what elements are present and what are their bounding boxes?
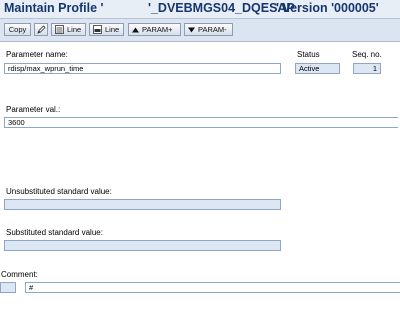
status-label: Status — [297, 50, 320, 59]
title-bar: Maintain Profile ' '_DVEBMGS04_DQESAP ' … — [0, 0, 400, 19]
unsubstituted-value-field — [4, 199, 281, 210]
delete-line-button[interactable]: Line — [89, 23, 124, 36]
unsubstituted-value-label: Unsubstituted standard value: — [6, 187, 112, 196]
window-title-version: ' Version '000005' — [276, 1, 379, 15]
arrow-up-icon — [132, 27, 139, 32]
pencil-icon — [36, 25, 46, 34]
comment-field[interactable]: # — [25, 282, 400, 293]
param-plus-button[interactable]: PARAM+ — [128, 23, 181, 36]
insert-line-icon — [55, 25, 64, 34]
parameter-name-field[interactable]: rdisp/max_wprun_time — [4, 63, 281, 74]
param-minus-button[interactable]: PARAM- — [184, 23, 233, 36]
seq-no-field: 1 — [353, 63, 381, 74]
window-title-instance: '_DVEBMGS04_DQESAP — [148, 1, 295, 15]
delete-line-icon — [93, 25, 102, 34]
comment-prefix-field — [0, 282, 16, 293]
parameter-value-field[interactable]: 3600 — [4, 117, 398, 128]
insert-line-button[interactable]: Line — [51, 23, 86, 36]
parameter-name-label: Parameter name: — [6, 50, 68, 59]
parameter-value-label: Parameter val.: — [6, 105, 61, 114]
window-title: Maintain Profile ' — [4, 1, 104, 15]
substituted-value-field — [4, 240, 281, 251]
status-field: Active — [295, 63, 340, 74]
copy-button[interactable]: Copy — [4, 23, 31, 36]
comment-label: Comment: — [1, 270, 38, 279]
application-toolbar: Copy Line Line PARAM+ PARAM- — [0, 19, 400, 42]
edit-button[interactable] — [34, 23, 48, 36]
arrow-down-icon — [188, 27, 195, 32]
seq-no-label: Seq. no. — [352, 50, 382, 59]
substituted-value-label: Substituted standard value: — [6, 228, 103, 237]
